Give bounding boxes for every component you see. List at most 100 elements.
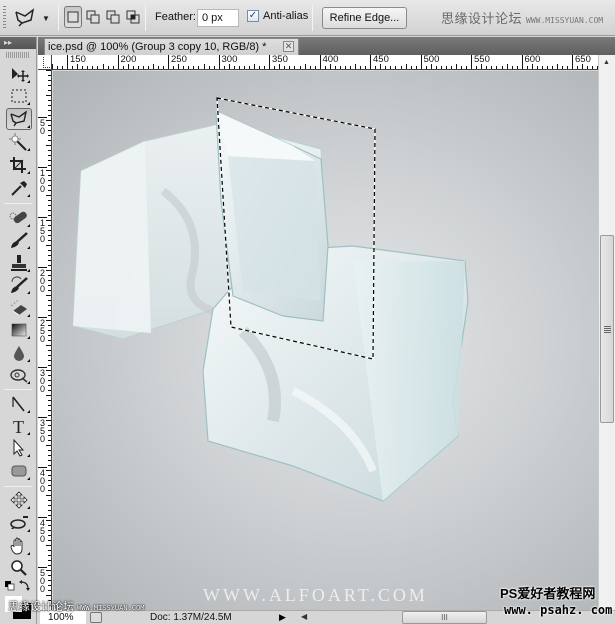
eyedropper-tool[interactable]	[6, 177, 32, 199]
3d-rotate-tool[interactable]	[6, 489, 32, 511]
ruler-tick-label: 250	[38, 317, 47, 344]
dodge-icon	[10, 369, 28, 383]
scroll-up-icon[interactable]: ▲	[603, 59, 610, 66]
scroll-left-icon[interactable]: ◀	[301, 612, 307, 621]
subtract-selection-icon	[106, 10, 120, 24]
watermark-text: 思缘设计论坛	[8, 601, 74, 613]
brush-tool[interactable]	[6, 229, 32, 251]
stamp-icon	[11, 255, 27, 271]
ruler-tick-label: 650	[572, 55, 591, 69]
watermark-text: 思缘设计论坛	[441, 11, 523, 26]
document-tab-title: ice.psd @ 100% (Group 3 copy 10, RGB/8) …	[48, 41, 267, 53]
dodge-tool[interactable]	[6, 364, 32, 386]
zoom-tool[interactable]	[6, 557, 32, 579]
divider	[58, 5, 59, 31]
ruler-tick-label: 200	[117, 55, 136, 69]
ruler-tick-label: 400	[38, 467, 47, 494]
ruler-tick-label: 300	[38, 367, 47, 394]
eraser-tool[interactable]	[6, 297, 32, 319]
history-brush-icon	[11, 276, 28, 293]
intersect-selection-icon	[126, 10, 140, 24]
clone-stamp-tool[interactable]	[6, 252, 32, 274]
gradient-icon	[11, 323, 27, 337]
ruler-origin[interactable]	[38, 55, 52, 70]
photoshop-window: ▼ Feather: ✓ Anti-alias Refine Edge...	[0, 0, 615, 624]
ruler-tick-label: 400	[319, 55, 338, 69]
3d-orbit-tool[interactable]	[6, 512, 32, 534]
crop-tool[interactable]	[6, 154, 32, 176]
watermark-line-2: www. psahz. com	[504, 603, 613, 617]
swap-colors-icon[interactable]	[19, 580, 30, 591]
refine-edge-button[interactable]: Refine Edge...	[322, 7, 407, 29]
shape-tool[interactable]	[6, 460, 32, 482]
vertical-scrollbar[interactable]: ▲	[598, 55, 615, 610]
ruler-tick-label: 450	[38, 517, 47, 544]
chevron-down-icon: ▼	[42, 13, 50, 23]
options-bar-grip[interactable]	[3, 6, 6, 30]
divider	[145, 5, 146, 31]
type-tool[interactable]: T	[6, 415, 32, 437]
toolbox: ▸▸ T	[0, 37, 37, 624]
marquee-tool[interactable]	[6, 85, 32, 107]
add-to-selection-button[interactable]	[84, 6, 102, 28]
eyedropper-icon	[11, 181, 27, 196]
watermark-url: WWW.MISSYUAN.COM	[526, 16, 604, 25]
vertical-ruler[interactable]: 50 100 150 200 250 300 350 400 450 500	[38, 70, 52, 610]
polygonal-lasso-icon	[10, 110, 28, 127]
feather-label: Feather:	[155, 11, 196, 23]
status-menu-arrow-icon[interactable]: ▶	[279, 612, 286, 623]
toolbox-divider	[4, 203, 32, 204]
magic-wand-icon	[9, 133, 27, 151]
gradient-tool[interactable]	[6, 319, 32, 341]
document-tab[interactable]: ice.psd @ 100% (Group 3 copy 10, RGB/8) …	[44, 38, 299, 55]
close-icon[interactable]: ✕	[283, 41, 294, 52]
toolbox-divider	[4, 486, 32, 487]
blur-tool[interactable]	[6, 342, 32, 364]
horizontal-ruler[interactable]: 150 200 250 300 350 400 450 500 550 600 650	[52, 55, 598, 70]
canvas-watermark: WWW.ALFOART.COM	[203, 585, 428, 605]
ruler-tick-label: 150	[38, 217, 47, 244]
arrow-icon	[13, 439, 25, 457]
grip-icon	[604, 326, 611, 333]
ruler-tick-label: 100	[38, 167, 47, 194]
subtract-selection-button[interactable]	[104, 6, 122, 28]
add-selection-icon	[86, 10, 100, 24]
history-brush-tool[interactable]	[6, 274, 32, 296]
ruler-tick-label: 350	[38, 417, 47, 444]
document-tab-bar: ice.psd @ 100% (Group 3 copy 10, RGB/8) …	[38, 37, 615, 55]
move-tool[interactable]	[6, 63, 32, 85]
watermark-bottom-left: 思缘设计论坛 WWW.MISSYUAN.COM	[8, 598, 144, 614]
ice-cube-top	[215, 110, 329, 322]
path-selection-tool[interactable]	[6, 437, 32, 459]
document-size-info: Doc: 1.37M/24.5M	[150, 612, 232, 623]
toolbox-collapse-button[interactable]: ▸▸	[0, 37, 36, 49]
eraser-icon	[10, 300, 27, 316]
3d-orbit-icon	[10, 516, 28, 529]
intersect-selection-button[interactable]	[124, 6, 142, 28]
polygonal-lasso-tool[interactable]	[6, 108, 32, 130]
ruler-tick-label: 500	[38, 567, 47, 594]
pen-tool[interactable]	[6, 393, 32, 415]
anti-alias-checkbox[interactable]: ✓ Anti-alias	[247, 10, 308, 22]
toolbox-grip[interactable]	[6, 52, 30, 58]
horizontal-scroll-thumb[interactable]: III	[402, 611, 487, 624]
checkbox-checked-icon[interactable]: ✓	[247, 10, 259, 22]
crop-icon	[10, 157, 26, 173]
ruler-tick-label: 300	[218, 55, 237, 69]
hand-tool[interactable]	[6, 535, 32, 557]
magic-wand-tool[interactable]	[6, 131, 32, 153]
vertical-scroll-thumb[interactable]	[600, 235, 614, 423]
tool-preset-picker[interactable]: ▼	[14, 6, 54, 30]
document-canvas[interactable]: WWW.ALFOART.COM	[53, 71, 598, 610]
healing-brush-tool[interactable]	[6, 207, 32, 229]
watermark-bottom-right: PS爱好者教程网 www. psahz. com	[500, 586, 612, 618]
pen-icon	[12, 396, 25, 412]
type-icon: T	[13, 417, 24, 435]
watermark-top: 思缘设计论坛 WWW.MISSYUAN.COM	[441, 8, 603, 27]
ruler-tick-label: 350	[269, 55, 288, 69]
new-selection-button[interactable]	[64, 6, 82, 28]
hand-icon	[10, 537, 23, 555]
rect-marquee-icon	[11, 89, 27, 103]
feather-input[interactable]	[197, 9, 239, 27]
default-colors-icon[interactable]	[5, 581, 15, 591]
